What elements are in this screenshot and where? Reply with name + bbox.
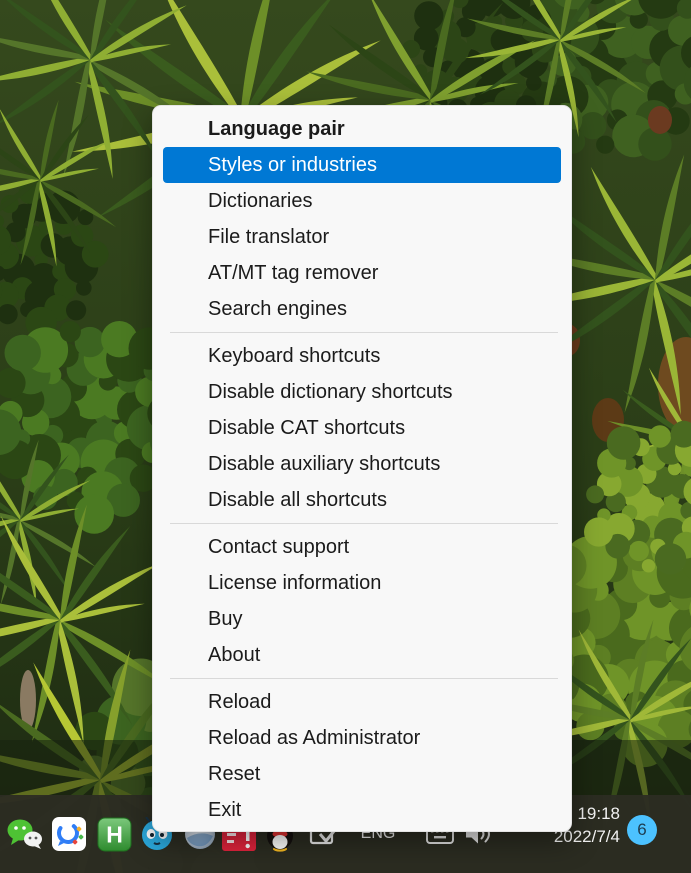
wechat-work-icon[interactable] — [51, 816, 87, 852]
menu-separator — [170, 678, 558, 679]
menu-item-keyboard-shortcuts[interactable]: Keyboard shortcuts — [163, 338, 561, 374]
menu-item-disable-auxiliary-shortcuts[interactable]: Disable auxiliary shortcuts — [163, 446, 561, 482]
svg-text:H: H — [106, 821, 123, 847]
menu-item-language-pair[interactable]: Language pair — [163, 111, 561, 147]
menu-item-reload[interactable]: Reload — [163, 684, 561, 720]
notification-badge[interactable]: 6 — [627, 815, 657, 845]
menu-separator — [170, 332, 558, 333]
menu-item-license-information[interactable]: License information — [163, 565, 561, 601]
h-app-icon[interactable]: H — [96, 816, 132, 852]
menu-item-styles-or-industries[interactable]: Styles or industries — [163, 147, 561, 183]
tray-context-menu: Language pair Styles or industries Dicti… — [152, 105, 572, 832]
menu-item-about[interactable]: About — [163, 637, 561, 673]
desktop: H — [0, 0, 691, 873]
menu-item-exit[interactable]: Exit — [163, 792, 561, 828]
menu-item-disable-all-shortcuts[interactable]: Disable all shortcuts — [163, 482, 561, 518]
menu-item-at-mt-tag-remover[interactable]: AT/MT tag remover — [163, 255, 561, 291]
menu-item-search-engines[interactable]: Search engines — [163, 291, 561, 327]
menu-item-disable-cat-shortcuts[interactable]: Disable CAT shortcuts — [163, 410, 561, 446]
menu-item-reload-as-administrator[interactable]: Reload as Administrator — [163, 720, 561, 756]
wechat-icon[interactable] — [7, 816, 43, 852]
menu-item-contact-support[interactable]: Contact support — [163, 529, 561, 565]
menu-item-buy[interactable]: Buy — [163, 601, 561, 637]
menu-item-dictionaries[interactable]: Dictionaries — [163, 183, 561, 219]
menu-item-file-translator[interactable]: File translator — [163, 219, 561, 255]
menu-item-reset[interactable]: Reset — [163, 756, 561, 792]
menu-item-disable-dictionary-shortcuts[interactable]: Disable dictionary shortcuts — [163, 374, 561, 410]
menu-separator — [170, 523, 558, 524]
